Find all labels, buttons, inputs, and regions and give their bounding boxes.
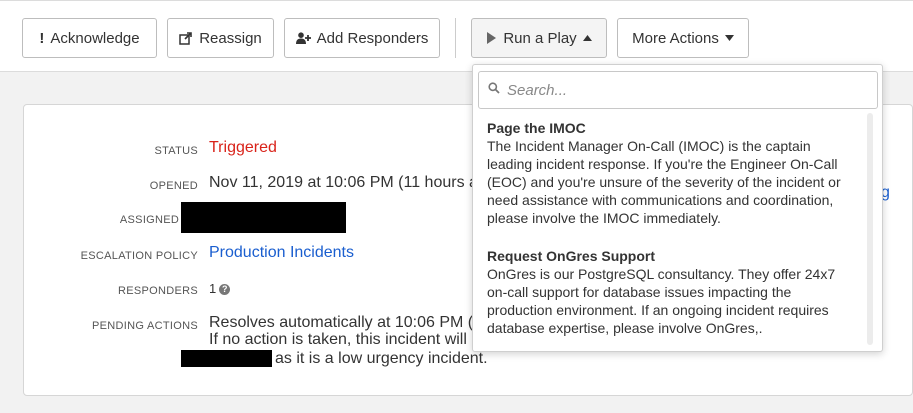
responders-count: 1 xyxy=(209,281,217,296)
run-play-button[interactable]: Run a Play xyxy=(471,18,607,58)
toolbar-divider xyxy=(455,18,456,58)
status-label: STATUS xyxy=(154,145,198,157)
escalation-policy-link[interactable]: Production Incidents xyxy=(209,244,354,262)
play-item-page-imoc[interactable]: Page the IMOC The Incident Manager On-Ca… xyxy=(487,120,859,227)
pending-redacted xyxy=(181,350,272,367)
caret-up-icon xyxy=(582,35,592,41)
exclamation-icon: ! xyxy=(39,29,45,47)
play-title: Request OnGres Support xyxy=(487,248,656,264)
play-item-ongres[interactable]: Request OnGres Support OnGres is our Pos… xyxy=(487,248,859,337)
play-description: OnGres is our PostgreSQL consultancy. Th… xyxy=(487,266,836,336)
add-responders-label: Add Responders xyxy=(316,29,429,47)
add-user-icon xyxy=(295,32,311,44)
acknowledge-label: Acknowledge xyxy=(50,29,140,47)
responders-value: 1? xyxy=(209,281,231,296)
opened-value: Nov 11, 2019 at 10:06 PM (11 hours ago) xyxy=(209,174,502,191)
caret-down-icon xyxy=(724,35,734,41)
add-responders-button[interactable]: Add Responders xyxy=(284,18,440,58)
dropdown-scrollbar[interactable] xyxy=(867,113,873,345)
opened-label: OPENED xyxy=(149,180,198,192)
play-title: Page the IMOC xyxy=(487,120,586,136)
run-play-dropdown: Page the IMOC The Incident Manager On-Ca… xyxy=(472,64,883,352)
play-icon xyxy=(486,32,497,44)
escalation-policy-label: ESCALATION POLICY xyxy=(80,250,198,262)
play-search[interactable] xyxy=(478,71,878,109)
share-icon xyxy=(179,31,193,45)
incident-toolbar: ! Acknowledge Reassign Add Responders Ru… xyxy=(0,0,913,72)
question-icon[interactable]: ? xyxy=(219,284,231,295)
reassign-button[interactable]: Reassign xyxy=(167,18,274,58)
play-description: The Incident Manager On-Call (IMOC) is t… xyxy=(487,138,841,226)
pending-line-3: as it is a low urgency incident. xyxy=(275,350,488,367)
more-actions-label: More Actions xyxy=(632,29,719,47)
pending-line-2: If no action is taken, this incident wil… xyxy=(209,331,486,348)
search-input[interactable] xyxy=(505,80,869,100)
more-actions-button[interactable]: More Actions xyxy=(617,18,749,58)
acknowledge-button[interactable]: ! Acknowledge xyxy=(22,18,157,58)
status-value: Triggered xyxy=(209,139,277,156)
responders-label: RESPONDERS xyxy=(117,285,198,297)
reassign-label: Reassign xyxy=(199,29,262,47)
run-play-label: Run a Play xyxy=(503,29,577,47)
pending-line-1: Resolves automatically at 10:06 PM (in 1 xyxy=(209,314,499,331)
search-icon xyxy=(488,81,500,99)
assigned-to-redacted xyxy=(181,202,346,233)
pending-actions-label: PENDING ACTIONS xyxy=(92,320,198,332)
assigned-to-label: ASSIGNED TO xyxy=(119,214,198,226)
